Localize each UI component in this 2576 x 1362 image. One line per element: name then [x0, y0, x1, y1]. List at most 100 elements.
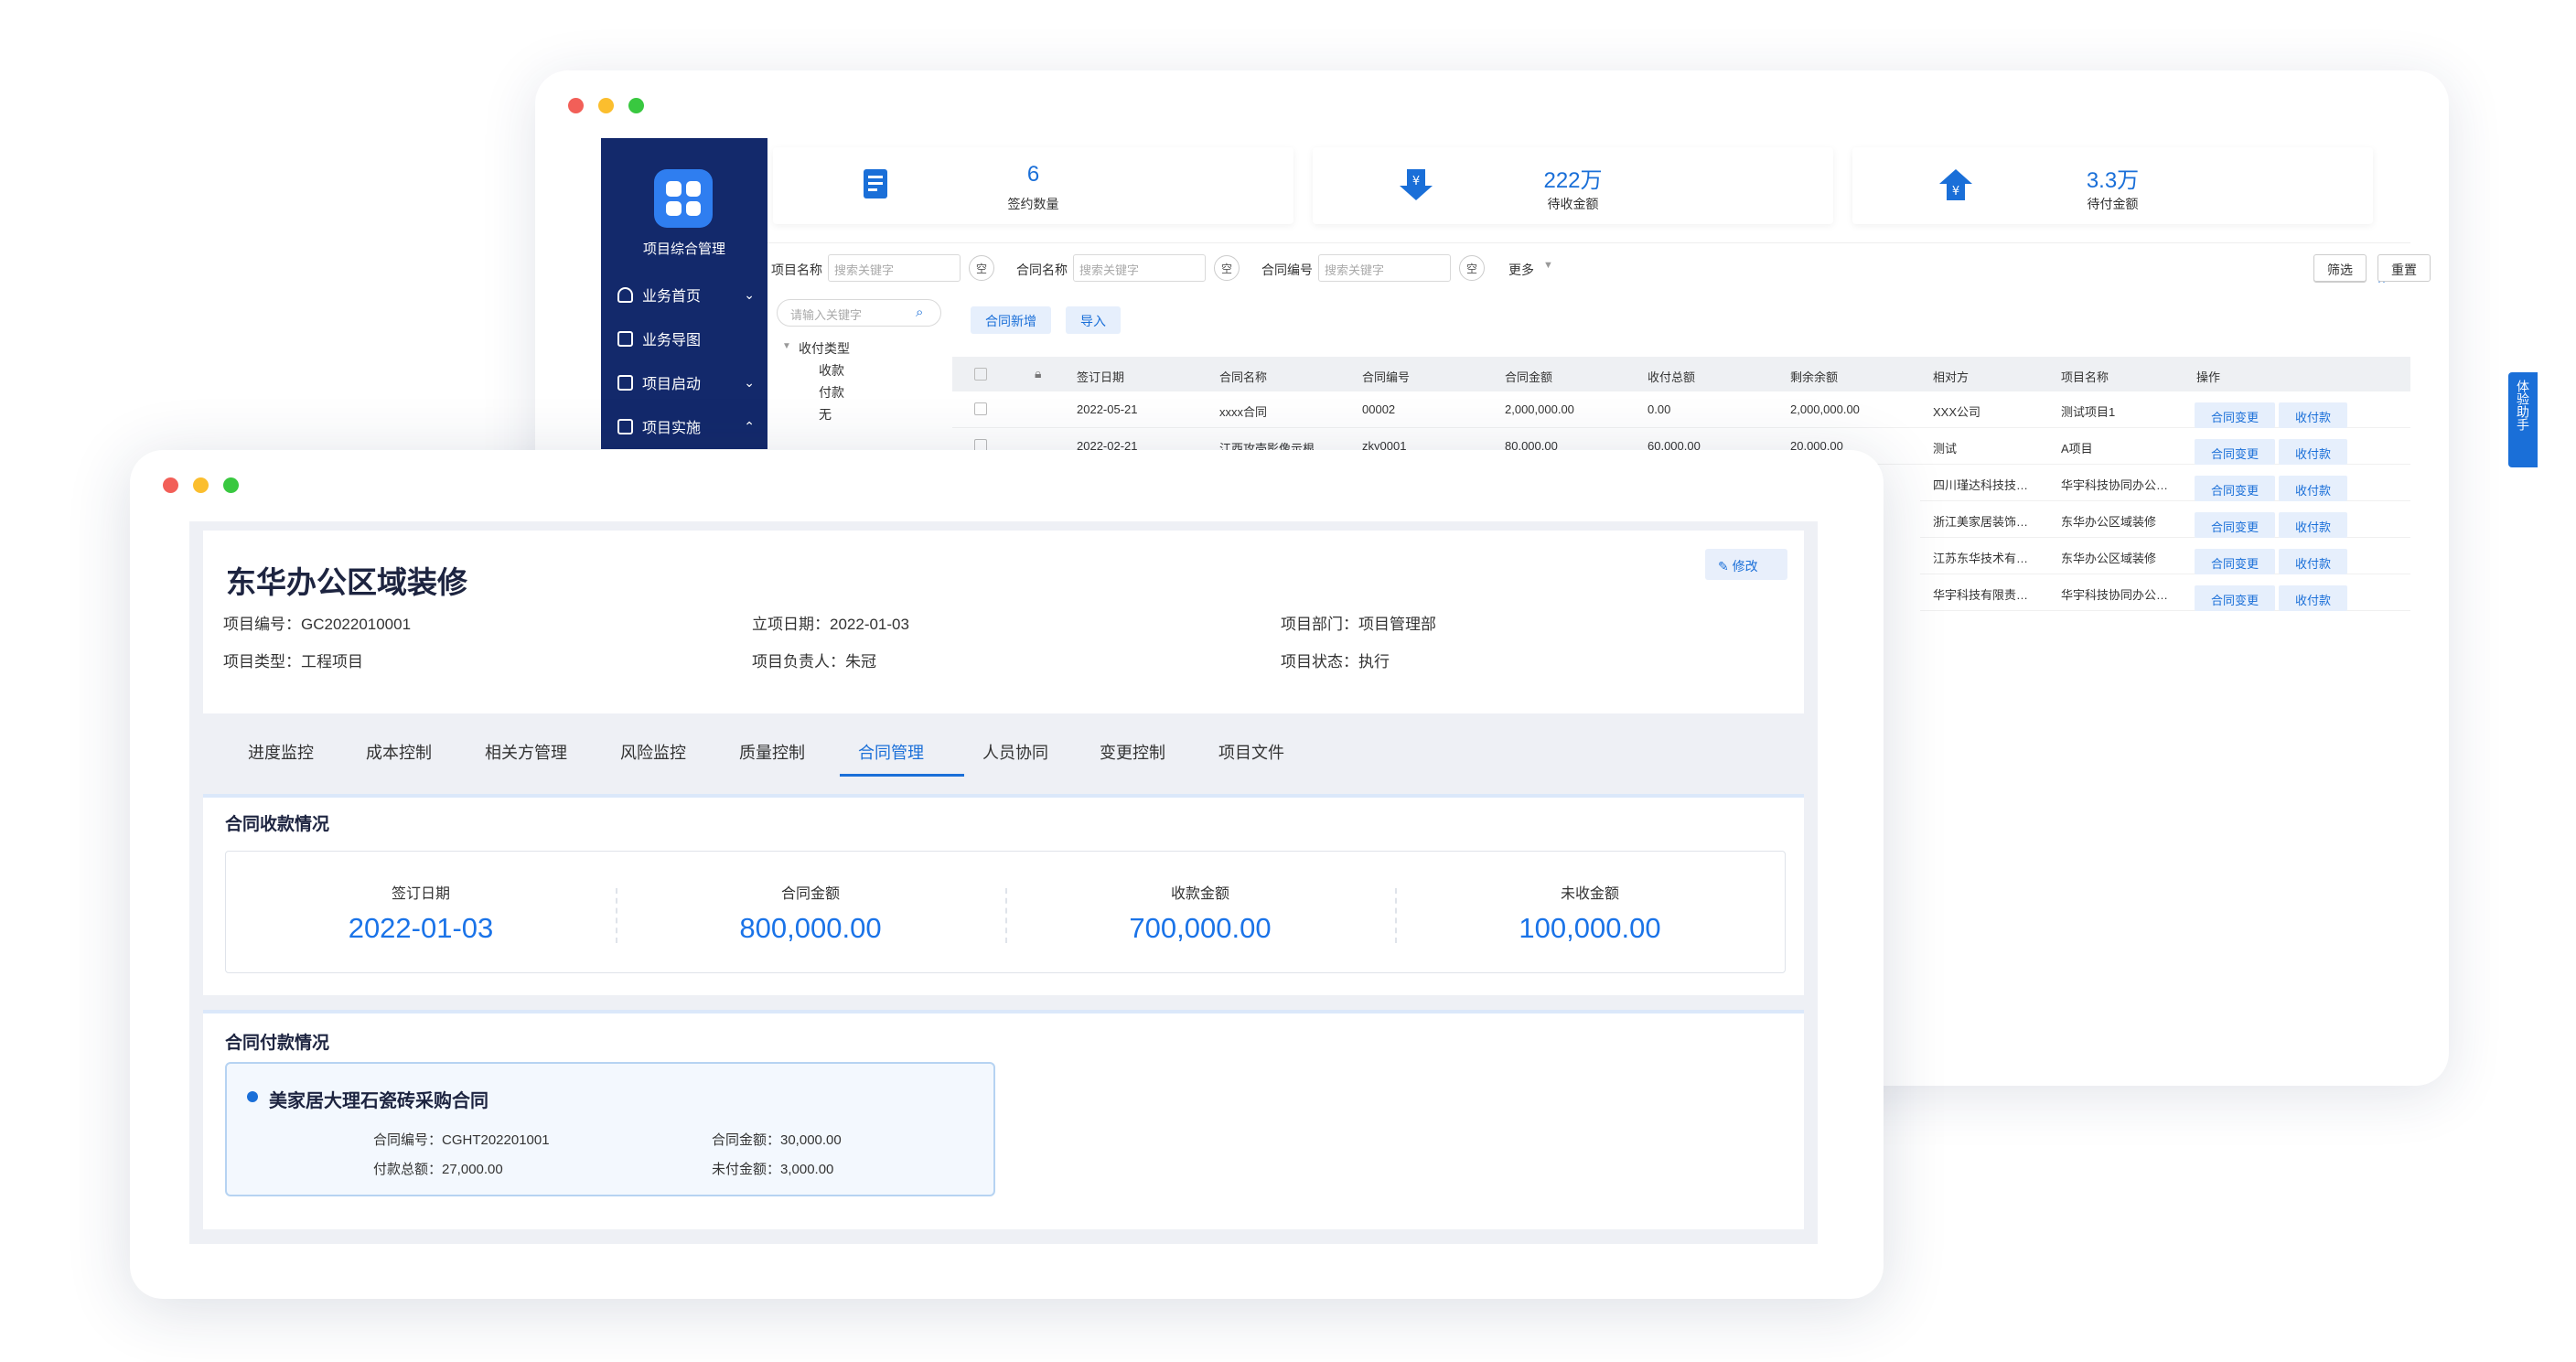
- payment-button[interactable]: 收付款: [2279, 439, 2348, 465]
- sidebar-item-home[interactable]: 业务首页 ⌄: [617, 279, 755, 310]
- filter-label: 合同编号: [1261, 263, 1313, 277]
- app-logo-icon: [654, 169, 713, 228]
- tab-2[interactable]: 成本控制: [366, 740, 432, 764]
- tab-4[interactable]: 风险监控: [620, 740, 686, 764]
- payment-button[interactable]: 收付款: [2279, 402, 2348, 428]
- close-dot-icon[interactable]: [163, 477, 178, 493]
- contract-change-button[interactable]: 合同变更: [2195, 476, 2276, 501]
- sidebar-item-label: 项目启动: [642, 377, 702, 392]
- table-row[interactable]: 2022-05-21 xxxx合同 00002 2,000,000.00 0.00 2,0…: [952, 391, 2410, 428]
- summary-outstanding: 未收金额 100,000.00: [1395, 852, 1785, 974]
- table-cell: 华宇科技协同办公…: [2061, 588, 2169, 602]
- filter-label: 合同名称: [1016, 263, 1068, 277]
- minimize-dot-icon[interactable]: [598, 98, 614, 113]
- tree-node-root[interactable]: 收付类型: [799, 339, 850, 358]
- contract-name-search-input[interactable]: 搜索关键字: [1073, 254, 1206, 282]
- summary-value: 800,000.00: [739, 912, 882, 944]
- contract-change-button[interactable]: 合同变更: [2195, 439, 2276, 465]
- import-button[interactable]: 导入: [1066, 306, 1121, 334]
- tree-node[interactable]: 收款: [819, 361, 844, 380]
- column-header[interactable]: 合同名称: [1219, 368, 1267, 385]
- project-owner: 项目负责人：朱冠: [752, 653, 876, 670]
- summary-contract-amount: 合同金额 800,000.00: [616, 852, 1005, 974]
- tree-node[interactable]: 付款: [819, 383, 844, 402]
- clear-icon[interactable]: 空: [1459, 255, 1485, 281]
- clear-icon[interactable]: 空: [1214, 255, 1240, 281]
- column-header[interactable]: 合同金额: [1505, 368, 1552, 385]
- tab-5[interactable]: 质量控制: [739, 740, 805, 764]
- add-contract-button[interactable]: 合同新增: [971, 306, 1051, 334]
- table-row[interactable]: 江苏东华技术有… 东华办公区域装修 合同变更 收付款: [1920, 538, 2410, 574]
- caret-down-icon[interactable]: ▼: [782, 341, 791, 351]
- tab-7[interactable]: 人员协同: [982, 740, 1048, 764]
- window-controls: [163, 477, 239, 493]
- table-row[interactable]: 四川瑾达科技技… 华宇科技协同办公… 合同变更 收付款: [1920, 465, 2410, 501]
- payment-section-title: 合同付款情况: [225, 1034, 330, 1053]
- contract-change-button[interactable]: 合同变更: [2195, 512, 2276, 538]
- sidebar-item-label: 业务首页: [642, 289, 702, 305]
- table-row[interactable]: 浙江美家居装饰… 东华办公区域装修 合同变更 收付款: [1920, 501, 2410, 538]
- stat-value: 3.3万: [2086, 168, 2140, 193]
- chevron-up-icon: ⌃: [744, 418, 755, 434]
- project-date: 立项日期：2022-01-03: [752, 616, 909, 633]
- table-cell: 浙江美家居装饰…: [1933, 515, 2029, 529]
- project-header-card: 东华办公区域装修 ✎ 修改 项目编号：GC2022010001 立项日期：202…: [203, 531, 1804, 713]
- column-header[interactable]: 收付总额: [1648, 368, 1695, 385]
- summary-value: 700,000.00: [1129, 912, 1272, 944]
- contract-number-search-input[interactable]: 搜索关键字: [1318, 254, 1451, 282]
- column-header[interactable]: 剩余余额: [1790, 368, 1838, 385]
- edit-button[interactable]: ✎ 修改: [1705, 549, 1787, 580]
- column-header[interactable]: 相对方: [1933, 368, 1969, 385]
- payment-button[interactable]: 收付款: [2279, 585, 2348, 611]
- payment-contract-card[interactable]: 美家居大理石瓷砖采购合同 合同编号：CGHT202201001 合同金额：30,…: [225, 1062, 995, 1196]
- page-title: 东华办公区域装修: [226, 565, 467, 599]
- receipt-section-title: 合同收款情况: [225, 815, 330, 834]
- payment-contract-number: 合同编号：CGHT202201001: [373, 1132, 550, 1148]
- search-icon[interactable]: ⌕: [916, 305, 923, 320]
- tree-node[interactable]: 无: [819, 405, 832, 424]
- document-icon: [617, 374, 633, 391]
- close-dot-icon[interactable]: [568, 98, 584, 113]
- sidebar-item-map[interactable]: 业务导图: [617, 323, 755, 354]
- contract-change-button[interactable]: 合同变更: [2195, 549, 2276, 574]
- contract-change-button[interactable]: 合同变更: [2195, 585, 2276, 611]
- tab-9[interactable]: 项目文件: [1218, 740, 1284, 764]
- tab-8[interactable]: 变更控制: [1100, 740, 1165, 764]
- sidebar: 项目综合管理 业务首页 ⌄ 业务导图 项目启动 ⌄ 项目实施 ⌃: [601, 138, 767, 449]
- table-row[interactable]: 华宇科技有限责… 华宇科技协同办公… 合同变更 收付款: [1920, 574, 2410, 611]
- clear-icon[interactable]: 空: [969, 255, 994, 281]
- reset-button[interactable]: 重置: [2377, 254, 2431, 282]
- column-header[interactable]: 签订日期: [1077, 368, 1124, 385]
- sidebar-item-implement[interactable]: 项目实施 ⌃: [617, 411, 755, 442]
- stat-receivable: ¥ 222万 待收金额: [1313, 147, 1833, 224]
- column-header[interactable]: 项目名称: [2061, 368, 2109, 385]
- payment-button[interactable]: 收付款: [2279, 476, 2348, 501]
- payment-button[interactable]: 收付款: [2279, 549, 2348, 574]
- filter-button[interactable]: 筛选: [2313, 254, 2367, 282]
- maximize-dot-icon[interactable]: [628, 98, 644, 113]
- payment-button[interactable]: 收付款: [2279, 512, 2348, 538]
- tab-3[interactable]: 相关方管理: [485, 740, 567, 764]
- table-cell: 四川瑾达科技技…: [1933, 478, 2029, 492]
- select-all-checkbox[interactable]: [974, 368, 987, 381]
- row-checkbox[interactable]: [974, 402, 987, 415]
- tab-1[interactable]: 进度监控: [248, 740, 314, 764]
- project-type: 项目类型：工程项目: [223, 653, 363, 670]
- more-filter-toggle[interactable]: 更多: [1508, 261, 1534, 279]
- sidebar-item-label: 业务导图: [642, 333, 702, 349]
- stat-value: 6: [1026, 162, 1040, 187]
- stat-label: 待收金额: [1547, 197, 1599, 211]
- minimize-dot-icon[interactable]: [193, 477, 209, 493]
- chevron-down-icon: ⌄: [744, 286, 755, 302]
- project-name-search-input[interactable]: 搜索关键字: [828, 254, 961, 282]
- window-controls: [568, 98, 644, 113]
- summary-sign-date: 签订日期 2022-01-03: [226, 852, 616, 974]
- payment-unpaid: 未付金额：3,000.00: [712, 1162, 834, 1177]
- contract-change-button[interactable]: 合同变更: [2195, 402, 2276, 428]
- helper-tab[interactable]: 体验助手: [2508, 372, 2538, 467]
- stat-payable: ¥ 3.3万 待付金额: [1852, 147, 2373, 224]
- maximize-dot-icon[interactable]: [223, 477, 239, 493]
- tab-6[interactable]: 合同管理: [858, 740, 924, 764]
- column-header[interactable]: 合同编号: [1362, 368, 1410, 385]
- sidebar-item-start[interactable]: 项目启动 ⌄: [617, 367, 755, 398]
